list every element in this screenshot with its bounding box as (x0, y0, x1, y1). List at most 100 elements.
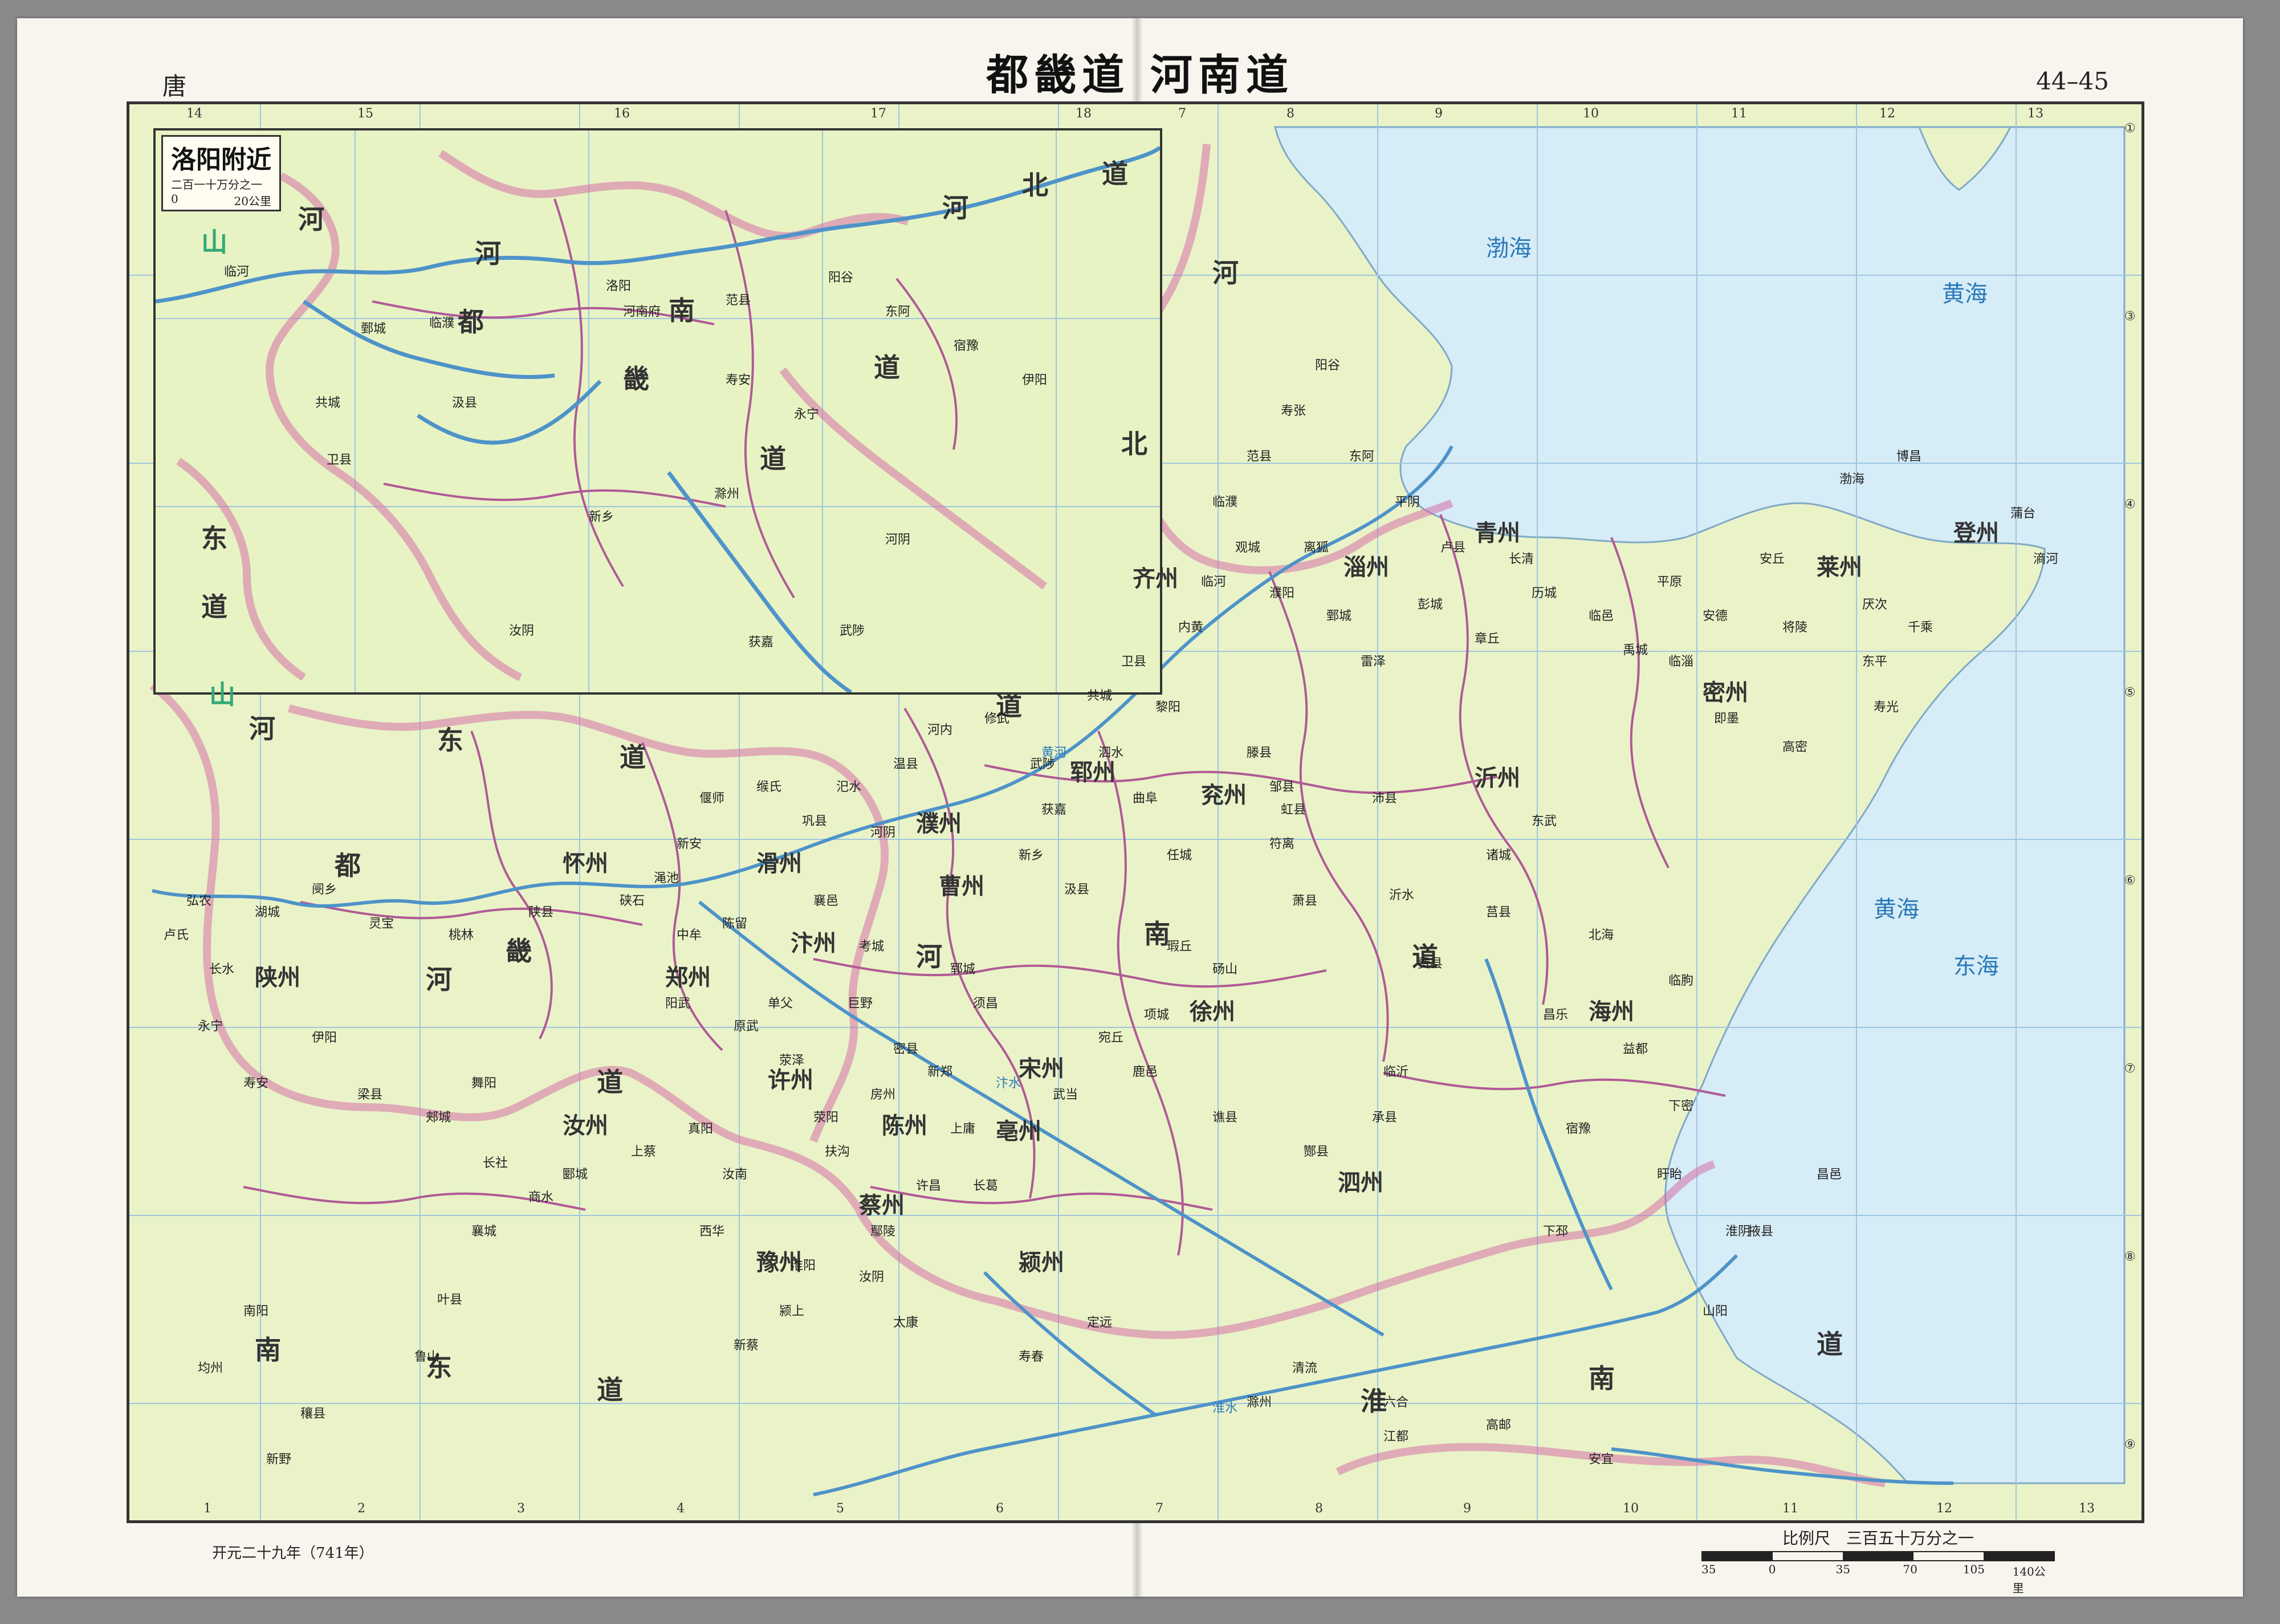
city-label: 安德 (1703, 609, 1728, 623)
inset-city-label: 滁州 (714, 487, 740, 501)
city-label: 高密 (1782, 740, 1808, 754)
city-label: 密县 (893, 1042, 919, 1056)
scale-bar: 比例尺 三百五十万分之一 35 0 35 70 105 140公里 (1701, 1526, 2055, 1595)
scale-tick: 140公里 (2012, 1565, 2046, 1595)
inset-city-label: 临河 (224, 265, 250, 279)
city-label: 临朐 (1668, 974, 1694, 988)
region-char: 南 (255, 1335, 281, 1365)
inset-region-char: 东 (201, 523, 227, 554)
river-label: 黄河 (1041, 746, 1067, 760)
city-label: 房州 (870, 1088, 896, 1102)
province-label: 海州 (1589, 998, 1634, 1025)
scale-label: 比例尺 三百五十万分之一 (1782, 1529, 1974, 1548)
city-label: 荥阳 (813, 1111, 839, 1125)
city-label: 新野 (266, 1452, 292, 1467)
region-char: 都 (335, 850, 361, 881)
inset-city-label: 汲县 (452, 396, 478, 410)
scale-tick: 105 (1963, 1562, 1985, 1576)
city-label: 上庸 (950, 1122, 976, 1136)
city-label: 章丘 (1475, 632, 1500, 646)
inset-city-label: 汝阴 (509, 624, 535, 638)
city-label: 东武 (1532, 814, 1557, 829)
city-label: 单父 (768, 997, 793, 1011)
grid-number: 13 (2027, 107, 2043, 121)
province-label: 汴州 (791, 930, 836, 957)
main-map: 洛阳附近 二百一十万分之一 0 20公里 河 山 都 畿 道 河 南 道 河 北… (127, 101, 2144, 1523)
city-label: 弘农 (186, 894, 212, 908)
city-label: 益都 (1623, 1042, 1648, 1056)
city-label: 阌乡 (312, 883, 337, 897)
city-label: 真阳 (688, 1122, 714, 1136)
inset-tick: 20公里 (234, 194, 271, 208)
inset-region-char: 畿 (623, 364, 649, 394)
city-label: 下密 (1668, 1099, 1694, 1113)
city-label: 上蔡 (631, 1145, 657, 1159)
city-label: 宿豫 (1566, 1122, 1591, 1136)
city-label: 厌次 (1862, 598, 1888, 612)
province-label: 滑州 (756, 850, 802, 877)
city-label: 汝阴 (859, 1270, 885, 1284)
city-label: 淮阴 (1725, 1225, 1751, 1239)
city-label: 离狐 (1304, 541, 1329, 555)
city-label: 滕县 (1247, 746, 1272, 760)
inset-region-char: 北 (1022, 170, 1048, 201)
city-label: 萧县 (1292, 894, 1318, 908)
city-label: 郓城 (950, 962, 976, 977)
province-label: 青州 (1475, 520, 1520, 546)
city-label: 河阴 (870, 826, 896, 840)
grid-number: 7 (1155, 1501, 1163, 1516)
city-label: 临河 (1201, 575, 1227, 589)
region-char: 畿 (506, 936, 532, 966)
city-label: 寿春 (1019, 1350, 1044, 1364)
city-label: 汝南 (722, 1168, 748, 1182)
city-label: 湖城 (255, 905, 280, 920)
city-label: 太康 (893, 1316, 919, 1330)
city-label: 叶县 (437, 1293, 463, 1307)
region-char: 道 (1817, 1329, 1843, 1360)
grid-number: ④ (2124, 497, 2136, 512)
city-label: 考城 (859, 940, 885, 954)
province-label: 莱州 (1817, 554, 1862, 581)
city-label: 寿张 (1281, 404, 1306, 418)
city-label: 江都 (1383, 1430, 1409, 1444)
city-label: 武当 (1053, 1088, 1078, 1102)
city-label: 渑池 (654, 871, 679, 886)
sea-label: 黄海 (1942, 281, 1988, 307)
city-label: 将陵 (1782, 621, 1808, 635)
city-label: 承县 (1372, 1111, 1398, 1125)
inset-city-label: 范县 (726, 293, 751, 308)
inset-city-label: 东阿 (885, 305, 911, 319)
city-label: 商水 (528, 1190, 554, 1205)
scale-tick: 70 (1903, 1562, 1917, 1576)
city-label: 安宜 (1589, 1452, 1614, 1467)
grid-number: 18 (1076, 107, 1092, 121)
city-label: 梁县 (357, 1088, 383, 1102)
inset-title-box: 洛阳附近 二百一十万分之一 0 20公里 (161, 135, 281, 211)
scale-bar-graphic (1701, 1551, 2055, 1561)
scale-ticks: 35 0 35 70 105 140公里 (1701, 1561, 2055, 1595)
city-label: 卫县 (1121, 655, 1147, 669)
city-label: 长水 (209, 962, 235, 977)
inset-city-label: 新乡 (589, 510, 614, 524)
city-label: 寿安 (243, 1076, 269, 1091)
province-label: 登州 (1953, 520, 1999, 546)
city-label: 扶沟 (825, 1145, 850, 1159)
city-label: 临濮 (1212, 495, 1238, 509)
city-label: 任城 (1167, 848, 1192, 863)
province-label: 汝州 (563, 1112, 608, 1139)
city-label: 淮阳 (791, 1259, 816, 1273)
city-label: 鄢陵 (870, 1225, 896, 1239)
city-label: 蒲台 (2010, 507, 2036, 521)
city-label: 硖石 (620, 894, 645, 908)
grid-number: ⑦ (2124, 1062, 2136, 1076)
grid-number: 8 (1286, 107, 1294, 121)
inset-city-label: 鄄城 (361, 322, 386, 336)
region-char: 道 (597, 1067, 623, 1097)
city-label: 新乡 (1019, 848, 1044, 863)
city-label: 东平 (1862, 655, 1888, 669)
city-label: 伊阳 (312, 1031, 337, 1045)
city-label: 修武 (984, 712, 1010, 726)
region-char: 东 (437, 725, 463, 756)
city-label: 滁州 (1247, 1396, 1272, 1410)
city-label: 掖县 (1748, 1225, 1774, 1239)
